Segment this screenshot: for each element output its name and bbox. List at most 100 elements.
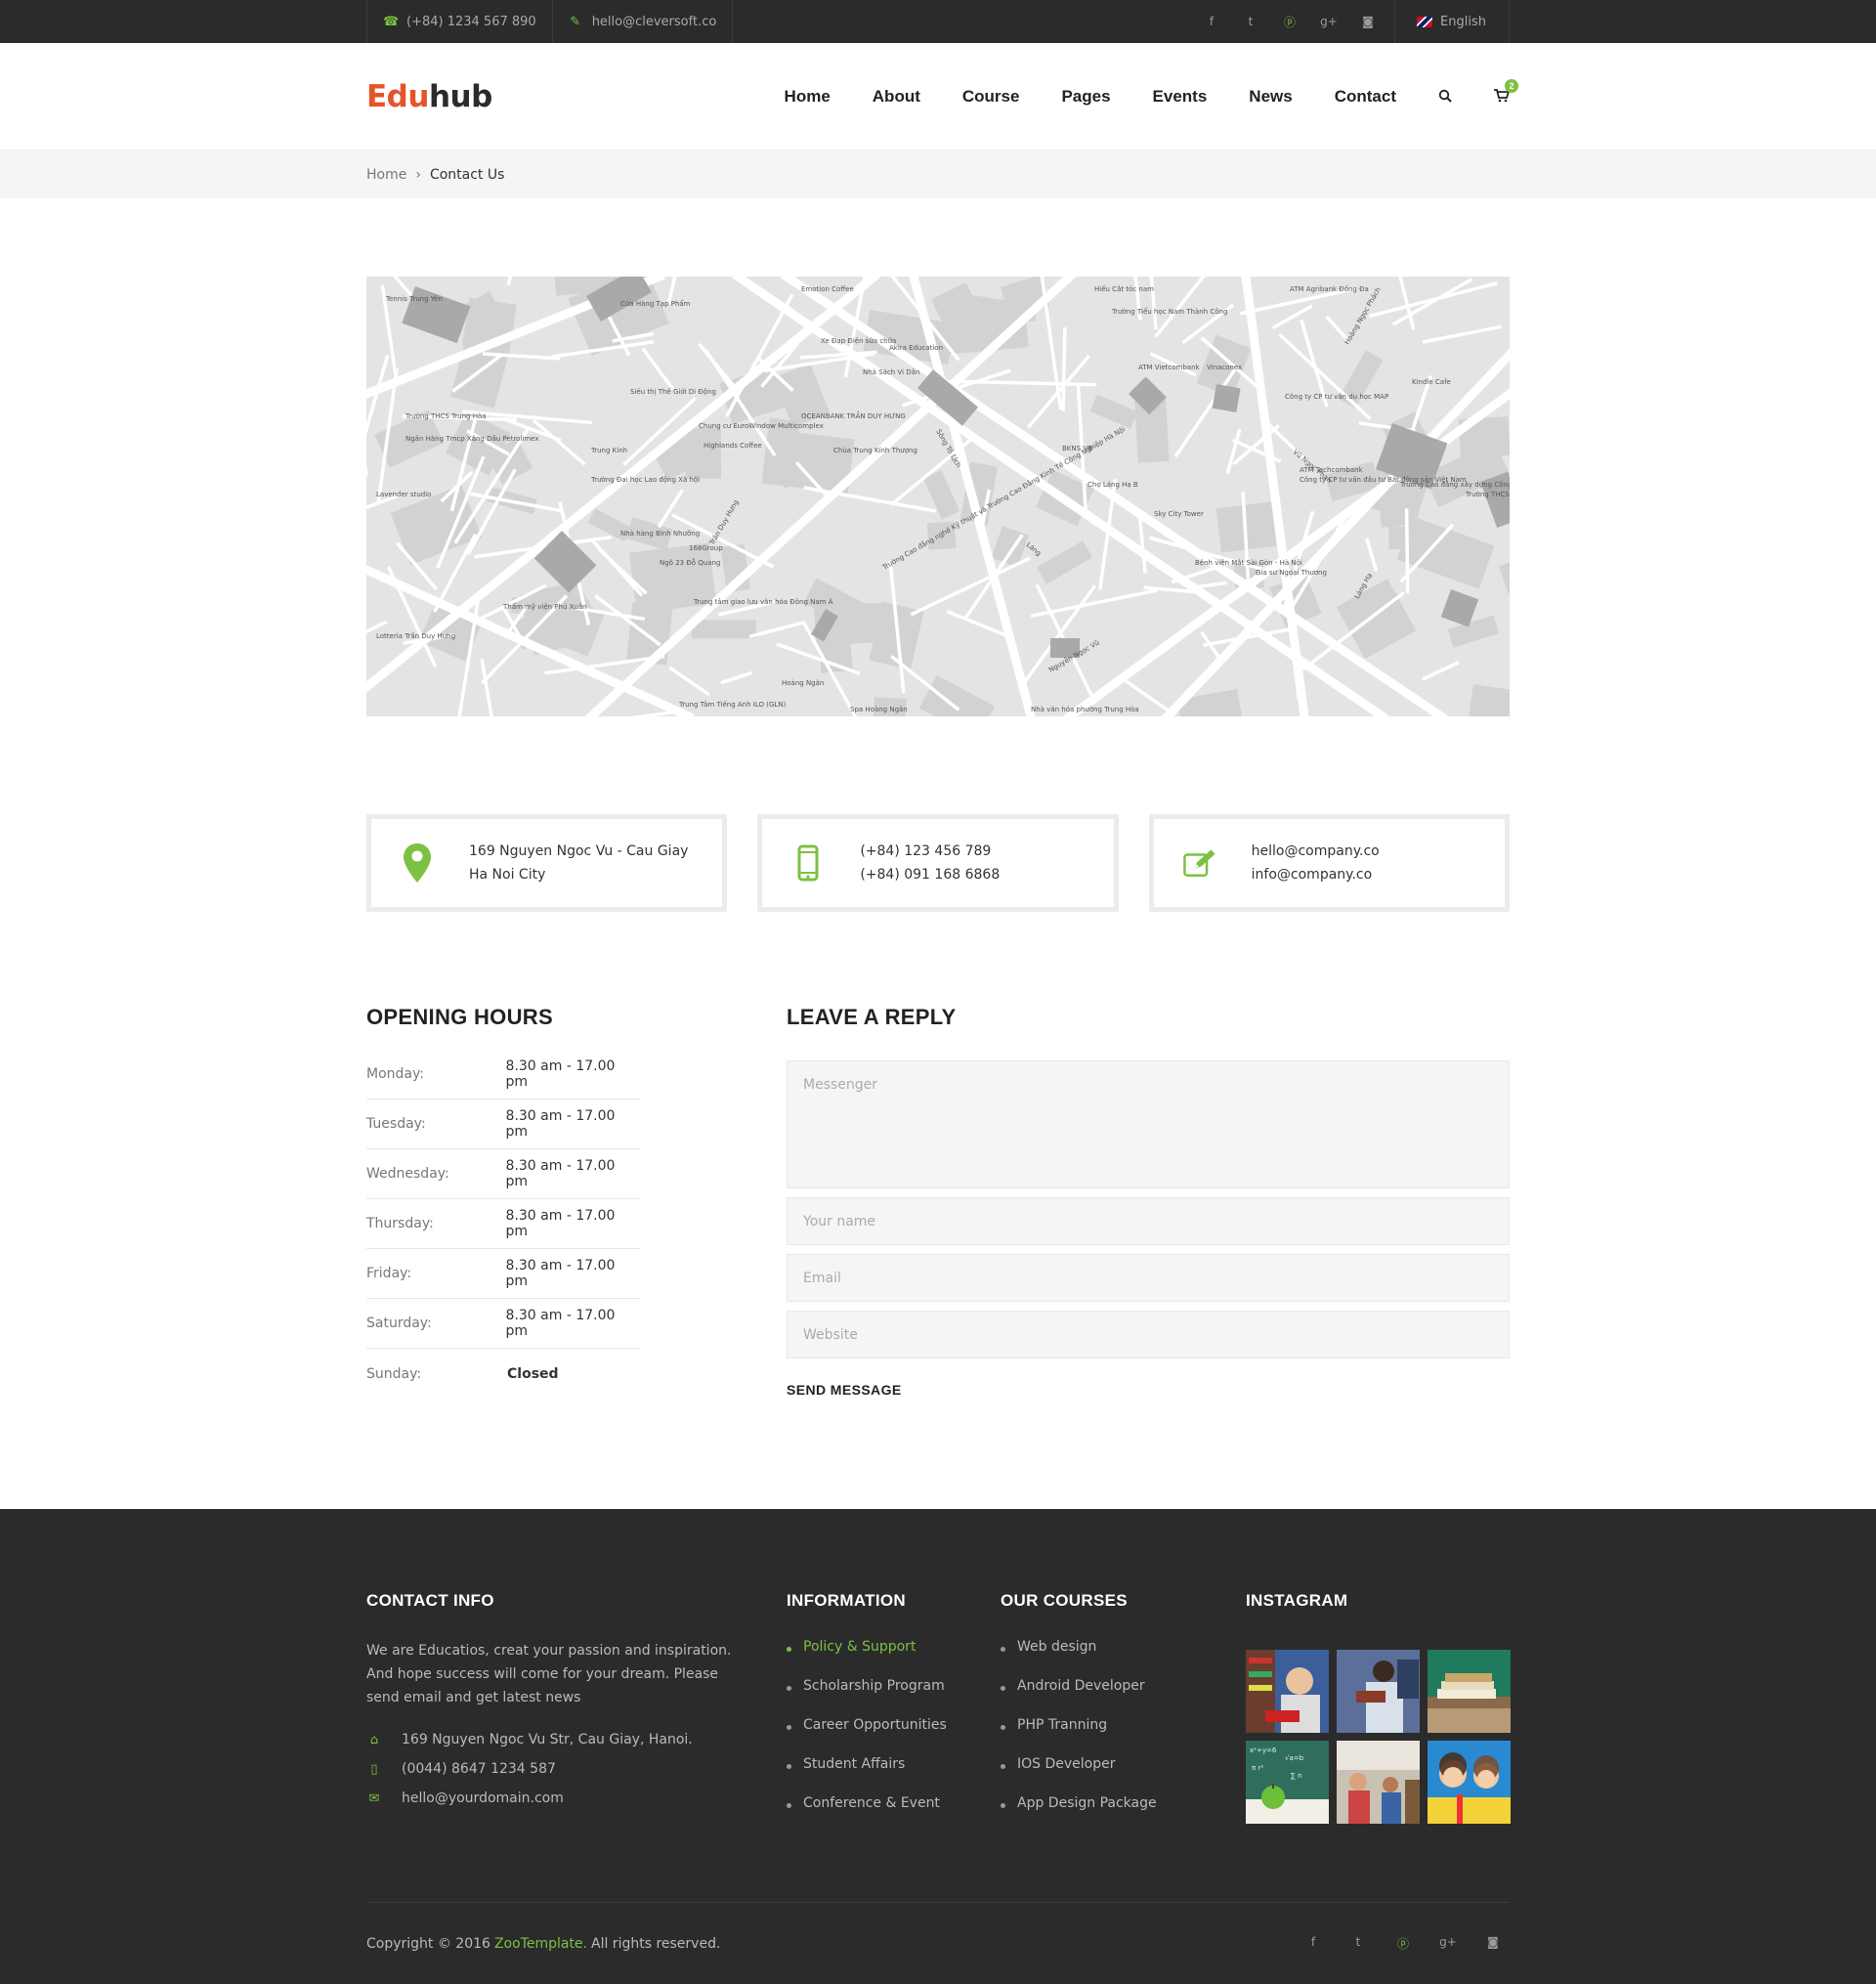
- edit-icon: [1182, 843, 1216, 883]
- nav-course[interactable]: Course: [962, 87, 1020, 107]
- footer-list-label: IOS Developer: [1017, 1756, 1116, 1772]
- nav-home[interactable]: Home: [785, 87, 831, 107]
- nav-contact[interactable]: Contact: [1335, 87, 1396, 107]
- website-input[interactable]: Website: [787, 1311, 1510, 1359]
- map-canvas[interactable]: Tennis Trung Yên Cửa Hàng Tạp Phẩm Siêu th…: [366, 277, 1510, 716]
- bullet-icon: [1001, 1803, 1005, 1808]
- pinterest-icon[interactable]: ⓟ: [1394, 1935, 1412, 1952]
- hours-day: Wednesday:: [366, 1166, 449, 1182]
- logo-part-edu: Edu: [366, 79, 429, 114]
- topbar-email[interactable]: ✎ hello@cleversoft.co: [551, 0, 734, 43]
- name-input[interactable]: Your name: [787, 1197, 1510, 1245]
- map-label: Ngân Hàng Tmcp Xăng Dầu Petrolimex: [405, 435, 539, 443]
- footer-list-label: Web design: [1017, 1639, 1097, 1655]
- logo[interactable]: Eduhub: [366, 79, 492, 114]
- email-input[interactable]: Email: [787, 1254, 1510, 1302]
- map-label: Nhà Sách Vi Dân: [863, 368, 919, 376]
- search-icon[interactable]: [1438, 89, 1452, 106]
- footer-list-label: Android Developer: [1017, 1678, 1145, 1694]
- map-label: Trường THCS Trung Hòa: [405, 412, 487, 420]
- hours-row: Friday: 8.30 am - 17.00 pm: [366, 1249, 640, 1299]
- map-pin-icon: [401, 842, 434, 884]
- language-label: English: [1440, 14, 1486, 29]
- map-label: Trung Kính: [590, 447, 627, 454]
- map-label: Trường Tiểu học Nam Thành Công: [1111, 307, 1227, 316]
- map-label: Chùa Trung Kính Thượng: [833, 447, 917, 454]
- footer-list-item[interactable]: Scholarship Program: [787, 1678, 1001, 1717]
- breadcrumb-current: Contact Us: [429, 167, 505, 183]
- footer-address: ⌂ 169 Nguyen Ngoc Vu Str, Cau Giay, Hano…: [366, 1732, 787, 1747]
- footer-list-item[interactable]: Student Affairs: [787, 1756, 1001, 1795]
- instagram-photo-5[interactable]: [1337, 1741, 1420, 1824]
- nav-pages[interactable]: Pages: [1061, 87, 1110, 107]
- bullet-icon: [787, 1764, 791, 1769]
- map-label: Kindle Cafe: [1412, 378, 1451, 386]
- footer-list-label: Student Affairs: [803, 1756, 906, 1772]
- footer-list-item[interactable]: Conference & Event: [787, 1795, 1001, 1834]
- hours-row: Monday: 8.30 am - 17.00 pm: [366, 1050, 640, 1100]
- breadcrumb-home[interactable]: Home: [366, 167, 406, 183]
- footer-courses: OUR COURSES Web design Android Developer P…: [1001, 1591, 1246, 1834]
- instagram-icon[interactable]: ◙: [1484, 1935, 1502, 1952]
- map-label: Siêu thị Thế Giới Di Động: [630, 388, 716, 396]
- twitter-icon[interactable]: t: [1242, 15, 1259, 28]
- hours-time: 8.30 am - 17.00 pm: [505, 1108, 616, 1140]
- cart-icon[interactable]: 2: [1494, 78, 1518, 106]
- pinterest-icon[interactable]: ⓟ: [1281, 14, 1299, 30]
- facebook-icon[interactable]: f: [1203, 15, 1220, 28]
- nav-about[interactable]: About: [873, 87, 920, 107]
- google-map[interactable]: Tennis Trung Yên Cửa Hàng Tạp Phẩm Siêu th…: [366, 277, 1510, 716]
- copyright-suffix: All rights reserved.: [591, 1935, 721, 1952]
- breadcrumb: Home › Contact Us: [0, 150, 1876, 198]
- uk-flag-icon: [1417, 16, 1432, 27]
- messenger-textarea[interactable]: Messenger: [787, 1060, 1510, 1188]
- hours-row: Thursday: 8.30 am - 17.00 pm: [366, 1199, 640, 1249]
- send-message-button[interactable]: SEND MESSAGE: [787, 1382, 1510, 1398]
- top-bar: ☎ (+84) 1234 567 890 ✎ hello@cleversoft.…: [0, 0, 1876, 43]
- map-label: 168Group: [689, 544, 723, 552]
- phone-line-1: (+84) 123 456 789: [860, 843, 992, 859]
- footer-list-item[interactable]: Policy & Support: [787, 1639, 1001, 1678]
- twitter-icon[interactable]: t: [1349, 1935, 1367, 1952]
- mobile-phone-icon: ▯: [370, 1761, 378, 1777]
- hours-time: 8.30 am - 17.00 pm: [505, 1158, 616, 1189]
- map-label: Trường Đại học Lao động Xã hội: [590, 476, 700, 484]
- nav-events[interactable]: Events: [1153, 87, 1208, 107]
- footer-instagram: INSTAGRAM x²+y=6 √a=b π r² ∑ n: [1246, 1591, 1511, 1834]
- address-line-1: 169 Nguyen Ngoc Vu - Cau Giay: [469, 843, 689, 859]
- facebook-icon[interactable]: f: [1304, 1935, 1322, 1952]
- hours-day: Saturday:: [366, 1315, 432, 1331]
- instagram-photo-3[interactable]: [1428, 1650, 1511, 1733]
- map-label: Trường Cao đẳng xây dựng Công trình Hà N…: [1399, 480, 1510, 489]
- reply-title: LEAVE A REPLY: [787, 1005, 957, 1029]
- instagram-photo-2[interactable]: [1337, 1650, 1420, 1733]
- nav-news[interactable]: News: [1249, 87, 1292, 107]
- bullet-icon: [787, 1803, 791, 1808]
- map-label: Lavender studio: [376, 491, 431, 498]
- instagram-photo-1[interactable]: [1246, 1650, 1329, 1733]
- footer-list-item[interactable]: Android Developer: [1001, 1678, 1246, 1717]
- footer-list-item[interactable]: Web design: [1001, 1639, 1246, 1678]
- footer-list-item[interactable]: Career Opportunities: [787, 1717, 1001, 1756]
- bullet-icon: [1001, 1764, 1005, 1769]
- footer-list-item[interactable]: PHP Tranning: [1001, 1717, 1246, 1756]
- google-plus-icon[interactable]: g+: [1439, 1935, 1457, 1952]
- breadcrumb-separator: ›: [415, 167, 421, 183]
- map-label: Ngõ 23 Đỗ Quang: [660, 558, 720, 567]
- address-box: 169 Nguyen Ngoc Vu - Cau Giay Ha Noi Cit…: [366, 814, 728, 912]
- footer-list-item[interactable]: IOS Developer: [1001, 1756, 1246, 1795]
- map-label: Lotteria Trần Duy Hưng: [376, 632, 455, 640]
- footer-email[interactable]: ✉ hello@yourdomain.com: [366, 1790, 787, 1806]
- google-plus-icon[interactable]: g+: [1320, 15, 1338, 28]
- instagram-photo-4[interactable]: x²+y=6 √a=b π r² ∑ n: [1246, 1741, 1329, 1824]
- map-label: Hiếu Cắt tóc nam: [1094, 284, 1154, 293]
- footer-email-text: hello@yourdomain.com: [402, 1790, 564, 1806]
- language-selector[interactable]: English: [1394, 0, 1510, 43]
- topbar-phone[interactable]: ☎ (+84) 1234 567 890: [366, 0, 552, 43]
- instagram-icon[interactable]: ◙: [1359, 15, 1377, 28]
- instagram-photo-6[interactable]: [1428, 1741, 1511, 1824]
- copyright-brand-link[interactable]: ZooTemplate.: [494, 1936, 587, 1952]
- email-line-1: hello@company.co: [1251, 843, 1380, 859]
- map-label: Trung tâm giao lưu văn hóa Đông Nam Á: [693, 597, 833, 606]
- footer-list-item[interactable]: App Design Package: [1001, 1795, 1246, 1834]
